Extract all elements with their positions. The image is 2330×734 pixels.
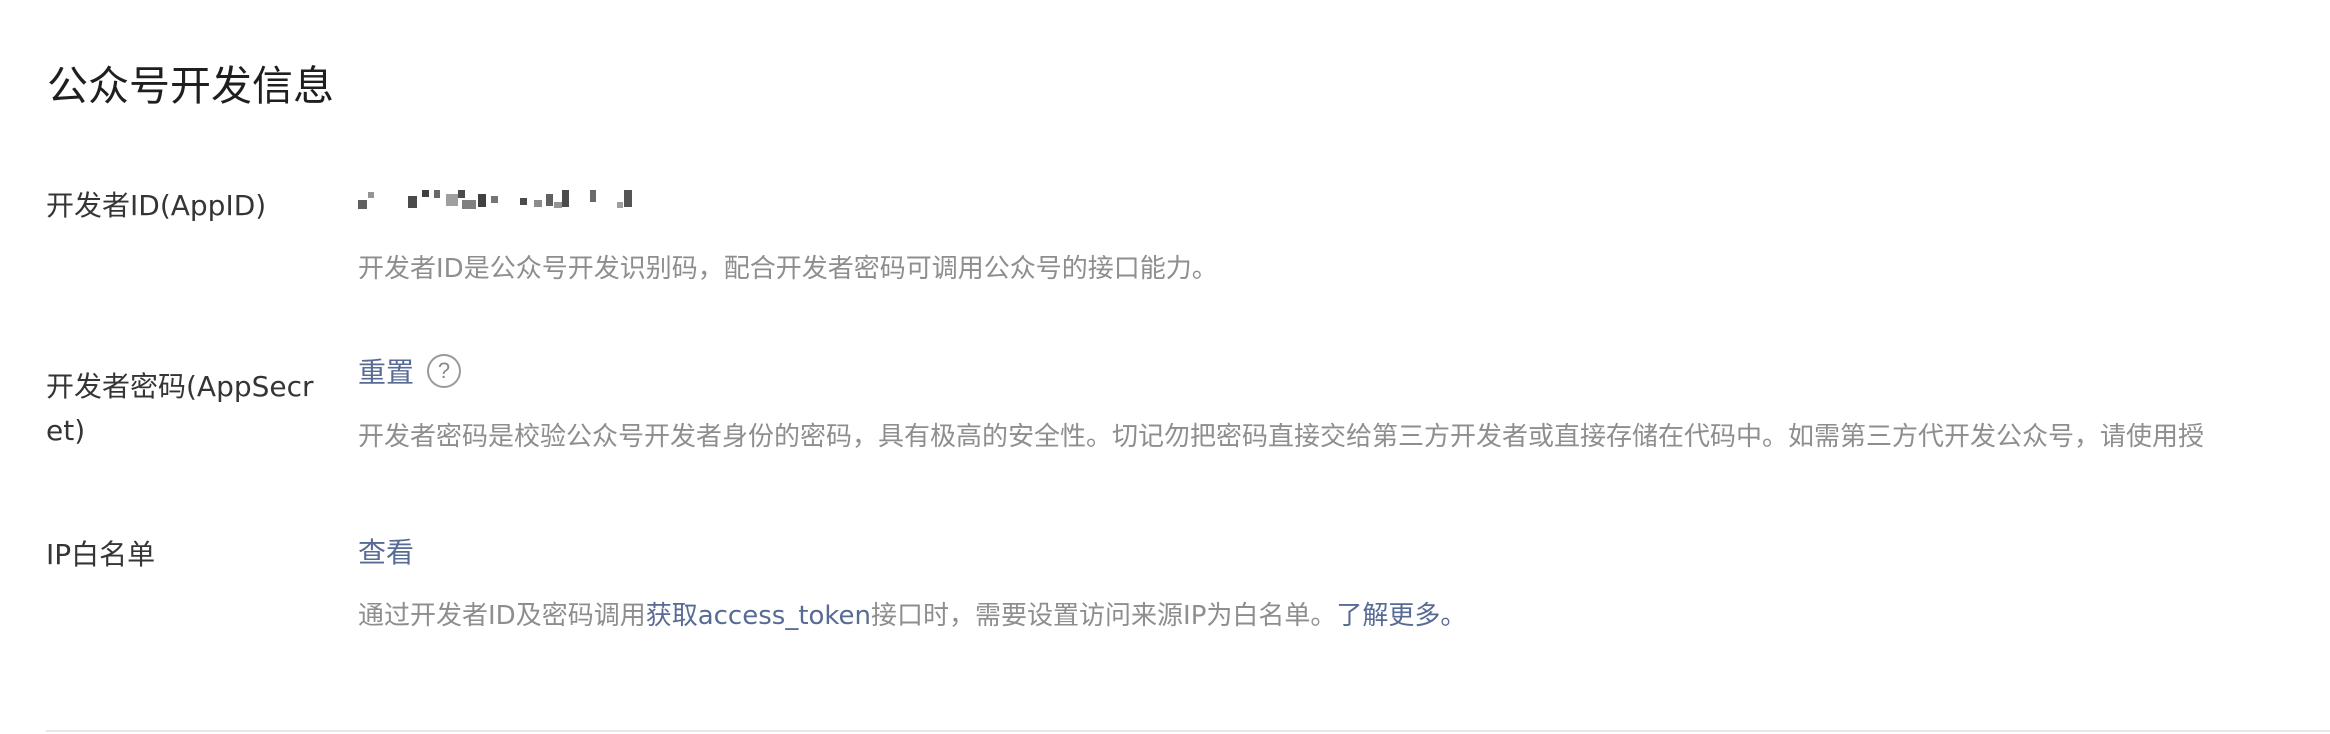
view-ip-whitelist-link[interactable]: 查看 xyxy=(358,532,414,574)
appid-label: 开发者ID(AppID) xyxy=(46,189,267,222)
question-circle-icon[interactable]: ? xyxy=(427,354,461,388)
page-title: 公众号开发信息 xyxy=(47,62,334,110)
ip-whitelist-description: 通过开发者ID及密码调用获取access_token接口时，需要设置访问来源IP… xyxy=(358,596,1466,636)
appsecret-description: 开发者密码是校验公众号开发者身份的密码，具有极高的安全性。切记勿把密码直接交给第… xyxy=(358,422,2205,452)
ip-whitelist-label: IP白名单 xyxy=(46,538,156,571)
appid-description: 开发者ID是公众号开发识别码，配合开发者密码可调用公众号的接口能力。 xyxy=(358,254,1218,284)
ip-whitelist-desc-middle: 接口时，需要设置访问来源IP为白名单。 xyxy=(871,601,1337,631)
access-token-link[interactable]: 获取access_token xyxy=(646,601,871,631)
appsecret-label: 开发者密码(AppSecret) xyxy=(46,370,314,447)
masked-appid-value xyxy=(358,186,634,214)
section-divider xyxy=(46,730,2330,732)
reset-secret-link[interactable]: 重置 xyxy=(358,352,414,394)
ip-whitelist-desc-prefix: 通过开发者ID及密码调用 xyxy=(358,601,646,631)
learn-more-link[interactable]: 了解更多。 xyxy=(1336,601,1466,631)
